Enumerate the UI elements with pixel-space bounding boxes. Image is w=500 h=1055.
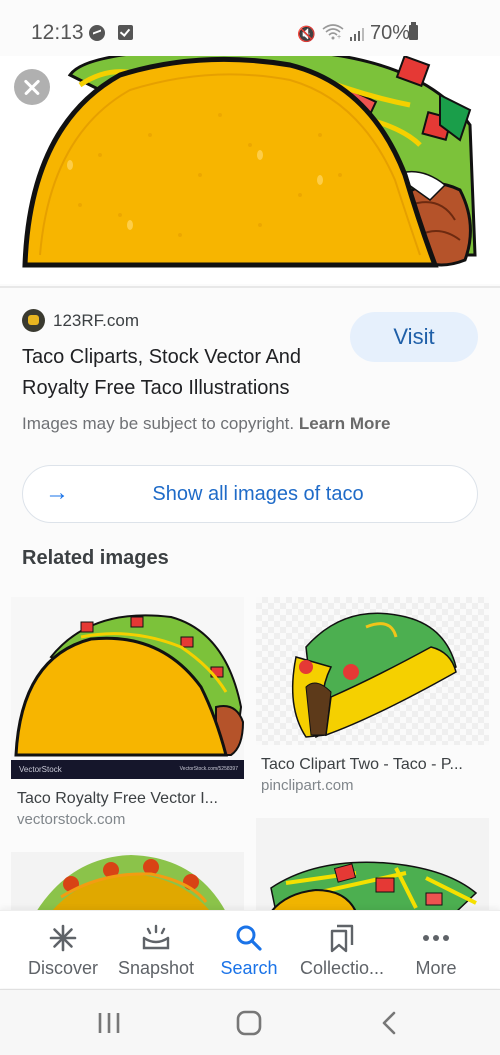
- copyright-notice: Images may be subject to copyright. Lear…: [22, 414, 391, 434]
- status-system-icons: 🔇 + 70%: [297, 22, 410, 45]
- vibrate-mute-icon: 🔇: [297, 25, 316, 43]
- messenger-icon: [89, 25, 105, 41]
- battery-icon: [409, 22, 418, 40]
- learn-more-link[interactable]: Learn More: [299, 414, 391, 433]
- related-image-thumbnail[interactable]: VectorStock VectorStock.com/5258397: [11, 597, 244, 779]
- hero-image[interactable]: [0, 55, 500, 284]
- wifi-icon: +: [322, 24, 344, 43]
- nav-label: Search: [220, 958, 278, 978]
- copyright-text: Images may be subject to copyright.: [22, 414, 295, 433]
- watermark-left: VectorStock: [19, 765, 62, 774]
- site-favicon-icon: [22, 309, 45, 332]
- signal-icon: [349, 27, 364, 41]
- related-image-thumbnail[interactable]: [256, 597, 489, 745]
- nav-collections[interactable]: Collectio...: [292, 911, 392, 989]
- nav-label: Collectio...: [299, 958, 385, 978]
- taco-thumbnail-4: [269, 861, 478, 912]
- visit-button[interactable]: Visit: [350, 312, 478, 362]
- check-box-icon: [118, 25, 133, 40]
- back-button[interactable]: [380, 1010, 398, 1036]
- result-title[interactable]: Taco Cliparts, Stock Vector And Royalty …: [22, 342, 352, 404]
- related-image-title: Taco Royalty Free Vector I...: [17, 790, 218, 807]
- taco-thumbnail-2: [291, 612, 457, 739]
- status-time: 12:13: [31, 21, 84, 44]
- source-name: 123RF.com: [53, 310, 139, 330]
- back-icon: [382, 1011, 396, 1035]
- collections-icon: [292, 923, 392, 953]
- nav-discover[interactable]: Discover: [13, 911, 113, 989]
- show-all-label: Show all images of taco: [152, 483, 364, 505]
- nav-label: Discover: [27, 958, 98, 978]
- nav-label: Snapshot: [117, 958, 195, 978]
- divider: [0, 286, 500, 288]
- status-bar: 12:13 🔇 + 70%: [0, 0, 500, 56]
- taco-thumbnail-3: [36, 855, 226, 912]
- nav-search[interactable]: Search: [199, 911, 299, 989]
- asterisk-icon: [13, 923, 113, 953]
- nav-more[interactable]: More: [386, 911, 486, 989]
- system-navigation-bar: [0, 989, 500, 1055]
- more-dots-icon: [386, 923, 486, 953]
- related-image-domain: pinclipart.com: [261, 777, 354, 794]
- home-button[interactable]: [236, 1010, 262, 1036]
- snapshot-icon: [106, 923, 206, 953]
- show-all-images-button[interactable]: → Show all images of taco: [22, 465, 478, 523]
- battery-percent: 70%: [369, 22, 410, 44]
- search-icon: [199, 923, 299, 953]
- related-image-title: Taco Clipart Two - Taco - P...: [261, 756, 463, 773]
- home-icon: [236, 1010, 262, 1036]
- related-image-thumbnail[interactable]: [256, 818, 489, 912]
- source-row[interactable]: 123RF.com: [22, 309, 139, 332]
- related-images-heading: Related images: [22, 547, 169, 569]
- close-button[interactable]: [14, 69, 50, 105]
- nav-snapshot[interactable]: Snapshot: [106, 911, 206, 989]
- recent-apps-icon: [98, 1013, 120, 1033]
- recent-apps-button[interactable]: [97, 1010, 121, 1036]
- related-image-thumbnail[interactable]: [11, 852, 244, 912]
- taco-thumbnail-1: [14, 614, 244, 757]
- svg-text:+: +: [337, 34, 341, 40]
- related-image-domain: vectorstock.com: [17, 811, 126, 828]
- taco-illustration: [22, 55, 477, 268]
- nav-label: More: [415, 958, 457, 978]
- bottom-navigation: Discover Snapshot Search Collectio... Mo…: [0, 910, 500, 988]
- watermark-right: VectorStock.com/5258397: [179, 766, 238, 772]
- watermark-bar: VectorStock VectorStock.com/5258397: [11, 760, 244, 779]
